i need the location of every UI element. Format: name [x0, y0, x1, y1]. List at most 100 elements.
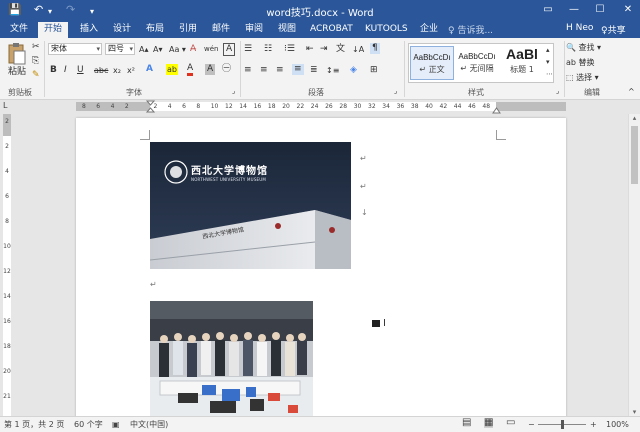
document-page[interactable]: 西北大学博物馆 NORTHWEST UNIVERSITY MUSEUM 西北大学…: [76, 118, 566, 416]
style-normal[interactable]: AaBbCcDı ↵ 正文: [410, 46, 454, 80]
line-spacing-icon[interactable]: ↕≡: [326, 65, 339, 76]
word-count[interactable]: 60 个字: [74, 420, 103, 430]
enclose-characters-button[interactable]: ㊀: [222, 64, 231, 75]
underline-button[interactable]: U: [77, 65, 84, 76]
grow-font-button[interactable]: A▴: [139, 44, 149, 55]
tab-selector-icon[interactable]: L: [3, 101, 7, 110]
highlight-color-icon[interactable]: ab: [166, 64, 178, 75]
chinese-layout-icon[interactable]: 文: [336, 44, 345, 55]
align-left-icon[interactable]: ≡: [244, 65, 252, 76]
minimize-button[interactable]: —: [566, 2, 582, 18]
increase-indent-icon[interactable]: ⇥: [320, 44, 328, 55]
superscript-button[interactable]: x²: [127, 65, 135, 76]
clear-formatting-icon[interactable]: A̶: [190, 44, 196, 55]
tab-mailings[interactable]: 邮件: [212, 23, 230, 36]
scroll-thumb[interactable]: [631, 126, 638, 184]
paragraph-dialog-launcher-icon[interactable]: ⌟: [394, 86, 397, 97]
multilevel-list-icon[interactable]: ⁝☰: [284, 44, 295, 55]
collapse-ribbon-icon[interactable]: ^: [628, 86, 635, 97]
proofing-icon[interactable]: ▣: [112, 420, 120, 430]
font-size-select[interactable]: 四号: [105, 43, 135, 55]
tab-design[interactable]: 设计: [113, 23, 131, 36]
museum-building-image[interactable]: 西北大学博物馆 NORTHWEST UNIVERSITY MUSEUM 西北大学…: [149, 142, 351, 269]
language-indicator[interactable]: 中文(中国): [130, 420, 168, 430]
strikethrough-button[interactable]: abc: [94, 65, 108, 76]
font-color-icon[interactable]: A: [187, 64, 194, 76]
decrease-indent-icon[interactable]: ⇤: [306, 44, 314, 55]
scroll-up-icon[interactable]: ▴: [629, 114, 640, 122]
paste-icon[interactable]: [6, 42, 28, 66]
horizontal-ruler[interactable]: L 8 6 4 2 2 4 6 8 10 12 14 16 18 20 22 24 26 28 30 32 34 36 38…: [0, 100, 640, 114]
right-indent-marker-icon[interactable]: [492, 106, 501, 114]
replace-button[interactable]: ab 替换: [566, 57, 595, 68]
subscript-button[interactable]: x₂: [113, 65, 121, 76]
distributed-icon[interactable]: ≣: [310, 65, 318, 76]
group-photo-image[interactable]: [150, 301, 313, 416]
format-painter-icon[interactable]: ✎: [32, 70, 40, 81]
user-account[interactable]: H Neo: [566, 23, 593, 33]
character-border-button[interactable]: A: [223, 43, 236, 56]
vertical-scrollbar[interactable]: ▴ ▾: [628, 114, 640, 416]
maximize-button[interactable]: ☐: [592, 2, 608, 18]
vertical-ruler[interactable]: 2 2 4 6 8 10 12 14 16 18 20 21: [0, 114, 14, 416]
align-center-icon[interactable]: ≡: [260, 65, 268, 76]
sort-icon[interactable]: ↓A: [352, 44, 364, 55]
document-area[interactable]: 西北大学博物馆 NORTHWEST UNIVERSITY MUSEUM 西北大学…: [14, 114, 628, 416]
bold-button[interactable]: B: [50, 65, 57, 76]
tab-file[interactable]: 文件: [10, 23, 28, 36]
bullets-icon[interactable]: ☰: [244, 44, 252, 55]
print-layout-icon[interactable]: ▦: [484, 418, 494, 428]
zoom-out-button[interactable]: −: [528, 420, 535, 430]
tab-home[interactable]: 开始: [38, 22, 69, 38]
web-layout-icon[interactable]: ▭: [506, 418, 515, 428]
font-dialog-launcher-icon[interactable]: ⌟: [232, 86, 235, 97]
shrink-font-button[interactable]: A▾: [153, 44, 163, 55]
select-button[interactable]: ⬚ 选择 ▾: [566, 72, 599, 83]
style-sample: AaBbCcDı: [458, 52, 496, 61]
ribbon-display-options-button[interactable]: ▭: [540, 2, 556, 18]
tab-kutools[interactable]: KUTOOLS: [365, 23, 408, 36]
paste-button[interactable]: 粘贴: [8, 67, 26, 78]
copy-icon[interactable]: ⎘: [32, 56, 39, 67]
align-right-icon[interactable]: ≡: [276, 65, 284, 76]
close-button[interactable]: ✕: [620, 2, 636, 18]
zoom-level[interactable]: 100%: [606, 420, 629, 430]
scroll-down-icon[interactable]: ▾: [629, 408, 640, 416]
tab-acrobat[interactable]: ACROBAT: [310, 23, 353, 36]
style-no-spacing[interactable]: AaBbCcDı ↵ 无间隔: [455, 46, 499, 80]
tab-references[interactable]: 引用: [179, 23, 197, 36]
find-button[interactable]: 🔍 查找 ▾: [566, 42, 601, 53]
zoom-slider-thumb[interactable]: [561, 420, 564, 429]
change-case-button[interactable]: Aa ▾: [169, 44, 186, 55]
tab-enterprise[interactable]: 企业: [420, 23, 438, 36]
borders-icon[interactable]: ⊞: [370, 65, 378, 76]
italic-button[interactable]: I: [64, 65, 67, 76]
tab-insert[interactable]: 插入: [80, 23, 98, 36]
text-effects-icon[interactable]: A: [146, 64, 153, 75]
indent-marker-icon[interactable]: [146, 100, 155, 114]
tell-me-search[interactable]: ♀ 告诉我...: [448, 23, 493, 36]
style-heading-1[interactable]: AaBl 标题 1: [500, 46, 544, 80]
numbering-icon[interactable]: ☷: [264, 44, 272, 55]
justify-icon[interactable]: ≡: [292, 64, 304, 75]
character-shading-button[interactable]: A: [205, 64, 216, 75]
tab-layout[interactable]: 布局: [146, 23, 164, 36]
tab-view[interactable]: 视图: [278, 23, 296, 36]
styles-dialog-launcher-icon[interactable]: ⌟: [556, 86, 559, 97]
zoom-in-button[interactable]: +: [590, 420, 597, 430]
cut-icon[interactable]: ✂: [32, 42, 40, 53]
zoom-slider[interactable]: [538, 420, 586, 429]
ruler-tick-label: 30: [353, 103, 362, 110]
font-family-select[interactable]: 宋体: [48, 43, 102, 55]
read-mode-icon[interactable]: ▤: [462, 418, 471, 428]
phonetic-guide-button[interactable]: wén: [204, 44, 218, 55]
object-anchor-icon[interactable]: [372, 320, 380, 327]
share-button[interactable]: ♀共享: [601, 23, 626, 36]
styles-scroll-up-icon[interactable]: ▴: [546, 45, 550, 56]
styles-more-icon[interactable]: ⋯: [546, 69, 553, 80]
show-marks-icon[interactable]: ¶: [370, 43, 380, 54]
tab-review[interactable]: 审阅: [245, 23, 263, 36]
paragraph-shading-icon[interactable]: ◈: [350, 65, 357, 76]
styles-scroll-down-icon[interactable]: ▾: [546, 57, 550, 68]
page-count[interactable]: 第 1 页，共 2 页: [4, 420, 64, 430]
